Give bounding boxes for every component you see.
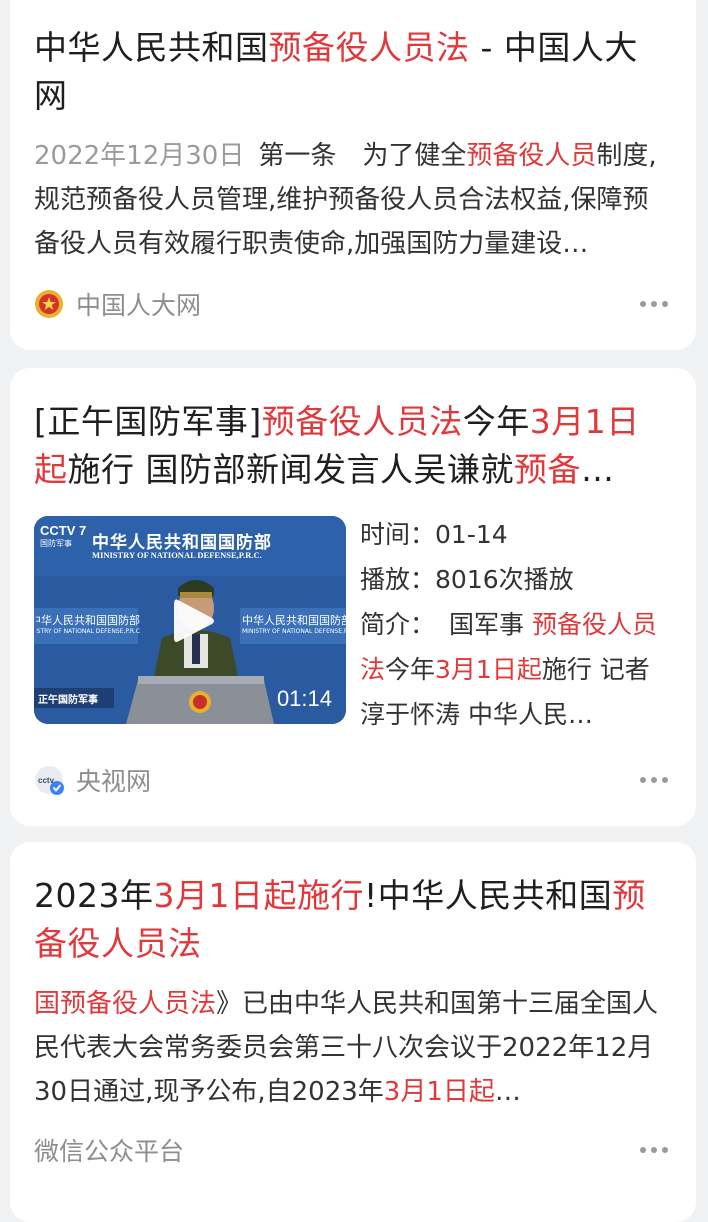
result-source-row: 中国人大网 xyxy=(34,284,668,324)
result-source-row: cctv 央视网 xyxy=(34,760,668,800)
more-options-icon[interactable] xyxy=(640,301,668,307)
cctv-logo: CCTV 7 国防军事 xyxy=(40,523,87,548)
result-snippet: 国预备役人员法》已由中华人民共和国第十三届全国人民代表大会常务委员会第三十八次会… xyxy=(34,982,668,1114)
highlight-text: 3月1日起 xyxy=(383,1077,495,1107)
text-segment: !中华人民共和国 xyxy=(363,876,613,915)
result-date: 2022年12月30日 xyxy=(34,141,245,171)
text-segment: 2023年 xyxy=(34,876,154,915)
source-name[interactable]: 微信公众平台 xyxy=(34,1132,184,1168)
text-segment: 第一条 为了健全 xyxy=(258,141,467,171)
result-source-row: 微信公众平台 xyxy=(34,1130,668,1170)
result-card-npc[interactable]: 中华人民共和国预备役人员法 - 中国人大网 2022年12月30日 第一条 为了健… xyxy=(10,0,696,350)
program-tag: 正午国防军事 xyxy=(38,695,98,706)
text-segment: 国军事 xyxy=(449,610,532,639)
text-segment: 今年 xyxy=(462,402,530,441)
text-segment: … xyxy=(494,1077,521,1107)
play-icon[interactable] xyxy=(172,596,216,646)
video-meta: 时间：01-14 播放：8016次播放 简介： 国军事 预备役人员法今年3月1日起… xyxy=(360,512,670,737)
result-snippet: 2022年12月30日 第一条 为了健全预备役人员制度,规范预备役人员管理,维护预… xyxy=(34,134,668,266)
cctv-source-icon: cctv xyxy=(35,766,64,795)
highlight-text: 预备 xyxy=(514,450,581,489)
video-time: 时间：01-14 xyxy=(360,520,508,549)
text-segment: 中华人民共和国 xyxy=(34,28,269,67)
video-duration: 01:14 xyxy=(276,686,332,711)
more-options-icon[interactable] xyxy=(640,777,668,783)
highlight-text: 预备役人员 xyxy=(466,141,597,171)
highlight-text: 预备役人员法 xyxy=(268,28,470,67)
result-title[interactable]: [正午国防军事]预备役人员法今年3月1日起施行 国防部新闻发言人吴谦就预备… xyxy=(34,398,668,494)
source-name[interactable]: 央视网 xyxy=(76,762,151,798)
text-segment: 今年 xyxy=(385,655,436,684)
side-banner-left: 中华人民共和国国防部 MINISTRY OF NATIONAL DEFENSE,… xyxy=(36,614,140,635)
npc-emblem-icon xyxy=(35,290,63,318)
text-segment: 施行 国防部新闻发言人吴谦就 xyxy=(67,450,514,489)
banner-en: MINISTRY OF NATIONAL DEFENSE,P.R.C. xyxy=(92,550,262,560)
highlight-text: 3月1日起 xyxy=(435,655,542,684)
side-banner-right: 中华人民共和国国防部 MINISTRY OF NATIONAL DEFENSE,… xyxy=(242,614,346,635)
result-card-video[interactable]: [正午国防军事]预备役人员法今年3月1日起施行 国防部新闻发言人吴谦就预备… C… xyxy=(10,368,696,826)
result-title[interactable]: 中华人民共和国预备役人员法 - 中国人大网 xyxy=(34,24,668,120)
result-card-wechat[interactable]: 2023年3月1日起施行!中华人民共和国预备役人员法 国预备役人员法》已由中华人… xyxy=(10,842,696,1222)
highlight-text: 3月1日起施行 xyxy=(153,876,364,915)
text-segment: [正午国防军事] xyxy=(34,402,262,441)
video-thumbnail[interactable]: CCTV 7 国防军事 中华人民共和国国防部 MINISTRY OF NATIO… xyxy=(34,516,346,724)
highlight-text: 国预备役人员法 xyxy=(34,989,217,1019)
video-intro: 简介： 国军事 预备役人员法今年3月1日起施行 记者淳于怀涛 中华人民… xyxy=(360,610,657,729)
highlight-text: 预备役人员法 xyxy=(261,402,463,441)
source-name[interactable]: 中国人大网 xyxy=(76,286,201,322)
video-plays: 播放：8016次播放 xyxy=(360,565,574,594)
more-options-icon[interactable] xyxy=(640,1147,668,1153)
text-segment: … xyxy=(581,450,615,489)
result-title[interactable]: 2023年3月1日起施行!中华人民共和国预备役人员法 xyxy=(34,872,668,968)
